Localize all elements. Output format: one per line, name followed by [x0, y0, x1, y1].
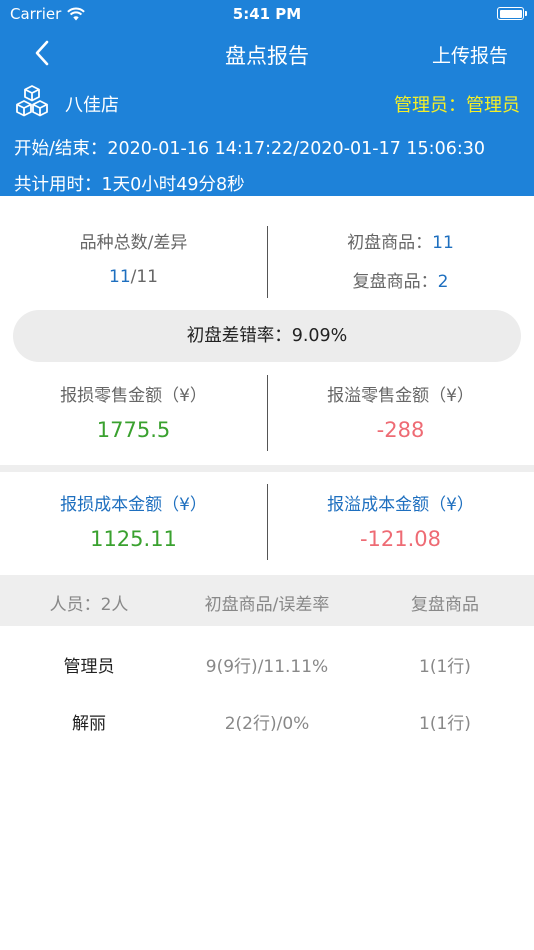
battery-icon: [497, 7, 527, 20]
retail-overflow-cell: 报溢零售金额（¥） -288: [267, 381, 534, 442]
variety-diff: /11: [130, 267, 158, 287]
retail-loss-cell: 报损零售金额（¥） 1775.5: [0, 381, 267, 442]
variety-value: 11/11: [0, 267, 267, 287]
page-title: 盘点报告: [225, 44, 309, 68]
cost-loss-cell: 报损成本金额（¥） 1125.11: [0, 490, 267, 551]
variety-cell: 品种总数/差异 11/11: [0, 228, 267, 287]
retail-overflow-label: 报溢零售金额（¥）: [327, 386, 474, 406]
header-first-count: 初盘商品/误差率: [204, 595, 330, 615]
staff-name: 解丽: [72, 714, 106, 734]
staff-table-header: 人员：2人 初盘商品/误差率 复盘商品: [0, 575, 534, 626]
table-row[interactable]: 管理员 9(9行)/11.11% 1(1行): [0, 635, 534, 691]
table-row[interactable]: 解丽 2(2行)/0% 1(1行): [0, 692, 534, 748]
summary-row: 品种总数/差异 11/11 初盘商品：11 复盘商品：2: [0, 220, 534, 302]
cost-loss-value: 1125.11: [90, 527, 177, 551]
staff-second: 1(1行): [419, 657, 471, 677]
cost-overflow-cell: 报溢成本金额（¥） -121.08: [267, 490, 534, 551]
section-divider: [0, 465, 534, 472]
status-time: 5:41 PM: [232, 5, 302, 23]
cost-overflow-value: -121.08: [359, 527, 442, 551]
cost-overflow-label: 报溢成本金额（¥）: [327, 495, 474, 515]
chevron-left-icon: [35, 40, 49, 66]
cost-loss-label: 报损成本金额（¥）: [60, 495, 207, 515]
admin-label: 管理员：管理员: [394, 95, 520, 116]
staff-first: 9(9行)/11.11%: [205, 657, 329, 677]
second-label: 复盘商品：: [352, 272, 438, 292]
staff-first: 2(2行)/0%: [224, 714, 310, 734]
status-bar: Carrier 5:41 PM: [0, 0, 534, 28]
carrier-label: Carrier: [10, 5, 62, 23]
header: Carrier 5:41 PM 盘点报告 上传报告 八佳店 管理员：管理员 开始…: [0, 0, 534, 196]
first-second-cell: 初盘商品：11 复盘商品：2: [267, 228, 534, 292]
first-value: 11: [432, 233, 454, 253]
start-end-time: 开始/结束：2020-01-16 14:17:22/2020-01-17 15:…: [14, 139, 486, 159]
retail-loss-value: 1775.5: [96, 418, 171, 442]
back-button[interactable]: [26, 36, 62, 72]
cubes-icon: [16, 85, 48, 117]
total-duration: 共计用时：1天0小时49分8秒: [14, 175, 245, 195]
staff-name: 管理员: [63, 657, 115, 677]
first-count: 初盘商品：11: [267, 228, 534, 253]
first-label: 初盘商品：: [347, 233, 433, 253]
retail-row: 报损零售金额（¥） 1775.5 报溢零售金额（¥） -288: [0, 375, 534, 457]
header-staff: 人员：2人: [49, 595, 129, 615]
staff-second: 1(1行): [419, 714, 471, 734]
wifi-icon: [67, 7, 86, 21]
variety-total: 11: [109, 267, 131, 287]
second-count: 复盘商品：2: [267, 267, 534, 292]
error-rate-label: 初盘差错率：: [186, 326, 292, 346]
retail-overflow-value: -288: [376, 418, 425, 442]
carrier-group: Carrier: [10, 5, 86, 23]
header-second-count: 复盘商品: [411, 595, 479, 615]
error-rate-value: 9.09%: [291, 326, 348, 346]
variety-label: 品种总数/差异: [79, 233, 188, 253]
upload-report-button[interactable]: 上传报告: [432, 41, 508, 68]
cost-row: 报损成本金额（¥） 1125.11 报溢成本金额（¥） -121.08: [0, 484, 534, 566]
error-rate-pill: 初盘差错率：9.09%: [13, 310, 521, 362]
retail-loss-label: 报损零售金额（¥）: [60, 386, 207, 406]
store-row: 八佳店 管理员：管理员: [14, 84, 520, 120]
second-value: 2: [437, 272, 449, 292]
store-name: 八佳店: [65, 95, 119, 116]
